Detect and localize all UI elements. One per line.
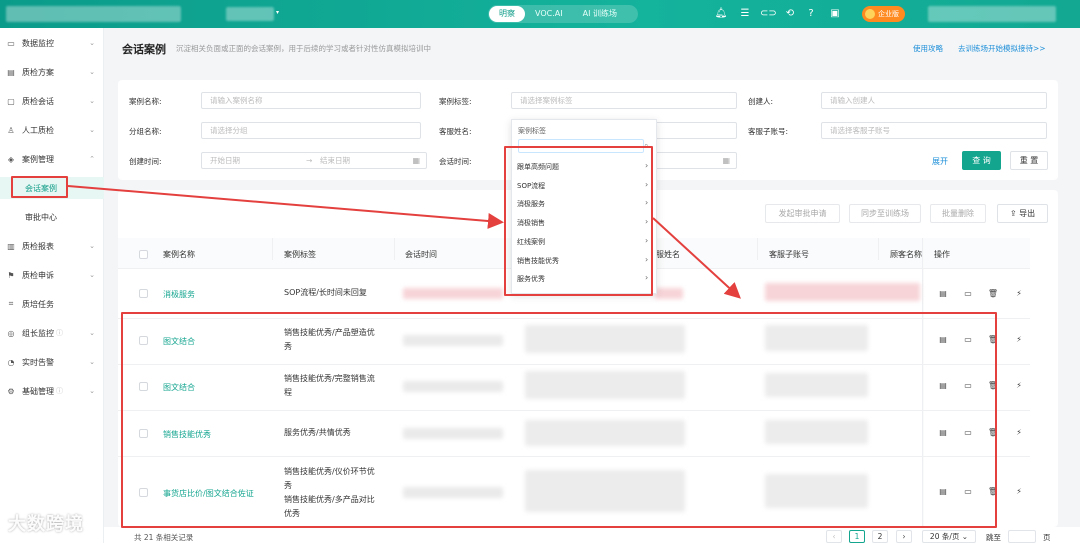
- watermark-text: 大数跨境: [8, 514, 84, 535]
- arrow-to-dropdown: [67, 185, 504, 229]
- annotation-arrows: [67, 185, 741, 299]
- arrow-to-table: [652, 217, 741, 299]
